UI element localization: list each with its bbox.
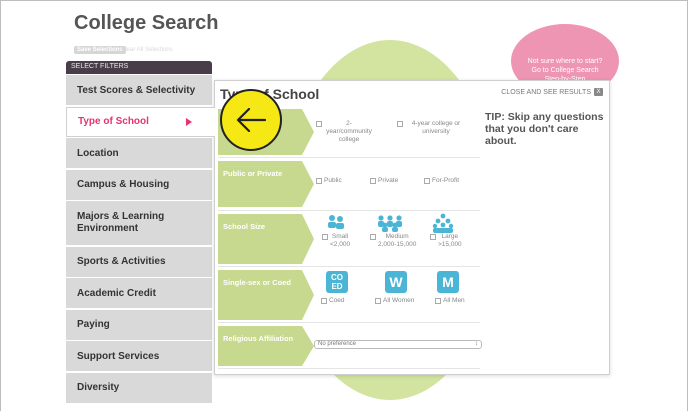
- checkbox[interactable]: [316, 121, 322, 127]
- large-school-icon: [431, 213, 455, 233]
- option-public[interactable]: Public: [316, 177, 342, 185]
- filter-majors-learning[interactable]: Majors & Learning Environment: [66, 201, 212, 245]
- college-search-link[interactable]: College Search: [551, 67, 599, 74]
- option-all-men[interactable]: All Men: [435, 297, 465, 305]
- triangle-right-icon: [186, 117, 192, 126]
- filter-type-of-school[interactable]: Type of School: [66, 106, 215, 137]
- checkbox[interactable]: [370, 234, 376, 240]
- arrow-left-icon: [236, 107, 267, 133]
- checkbox[interactable]: [397, 121, 403, 127]
- page-title: College Search: [74, 12, 219, 34]
- option-medium[interactable]: Medium 2,000-15,000: [370, 233, 416, 249]
- select-filters-header: SELECT FILTERS: [66, 61, 212, 74]
- checkbox[interactable]: [370, 178, 376, 184]
- option-private[interactable]: Private: [370, 177, 398, 185]
- religious-affiliation-select[interactable]: No preference ↕: [314, 340, 482, 349]
- filter-location[interactable]: Location: [66, 138, 212, 168]
- option-4-year[interactable]: 4-year college or university: [397, 120, 467, 136]
- checkbox[interactable]: [430, 234, 436, 240]
- tip-text: TIP: Skip any questions that you don't c…: [485, 111, 604, 147]
- filter-support-services[interactable]: Support Services: [66, 341, 212, 371]
- filter-paying[interactable]: Paying: [66, 309, 212, 340]
- option-for-profit[interactable]: For-Profit: [424, 177, 459, 185]
- checkbox[interactable]: [321, 298, 327, 304]
- medium-school-icon: [375, 214, 405, 232]
- option-coed[interactable]: Coed: [321, 297, 345, 305]
- men-icon: M: [437, 271, 459, 293]
- close-and-see-results-link[interactable]: CLOSE AND SEE RESULTS X: [501, 88, 603, 96]
- option-small[interactable]: Small <2,000: [322, 233, 350, 249]
- row-school-size: School Size Small <2,000 Medium 2,000-15…: [218, 211, 480, 267]
- option-all-women[interactable]: All Women: [375, 297, 414, 305]
- coed-icon: CO ED: [326, 271, 348, 293]
- option-large[interactable]: Large >15,000: [430, 233, 462, 249]
- row-label-coed: Single-sex or Coed: [218, 270, 314, 320]
- badge-line-1: Not sure where to start?: [527, 58, 603, 65]
- small-school-icon: [324, 214, 348, 232]
- badge-line-2: Go to College Search: [531, 67, 599, 74]
- checkbox[interactable]: [322, 234, 328, 240]
- women-icon: W: [385, 271, 407, 293]
- filter-sports-activities[interactable]: Sports & Activities: [66, 246, 212, 277]
- row-label-school-size: School Size: [218, 214, 314, 264]
- checkbox[interactable]: [435, 298, 441, 304]
- filter-academic-credit[interactable]: Academic Credit: [66, 278, 212, 308]
- row-public-private: Public or Private Public Private For-Pro…: [218, 158, 480, 211]
- close-icon[interactable]: X: [594, 88, 603, 96]
- checkbox[interactable]: [424, 178, 430, 184]
- row-label-public-private: Public or Private: [218, 161, 314, 207]
- filter-diversity[interactable]: Diversity: [66, 372, 212, 403]
- row-label-religious: Religious Affiliation: [218, 326, 314, 366]
- select-arrows-icon: ↕: [475, 341, 478, 347]
- clear-all-selections-link[interactable]: Clear All Selections: [118, 46, 176, 54]
- option-2-year[interactable]: 2-year/community college: [316, 120, 374, 144]
- row-religious-affiliation: Religious Affiliation No preference ↕: [218, 323, 482, 369]
- filter-campus-housing[interactable]: Campus & Housing: [66, 169, 212, 200]
- back-button[interactable]: [220, 89, 282, 151]
- checkbox[interactable]: [316, 178, 322, 184]
- row-single-sex-coed: Single-sex or Coed CO ED W M Coed All Wom…: [218, 267, 480, 323]
- checkbox[interactable]: [375, 298, 381, 304]
- filter-list: Test Scores & Selectivity Type of School…: [66, 75, 215, 404]
- filter-test-scores[interactable]: Test Scores & Selectivity: [66, 75, 212, 105]
